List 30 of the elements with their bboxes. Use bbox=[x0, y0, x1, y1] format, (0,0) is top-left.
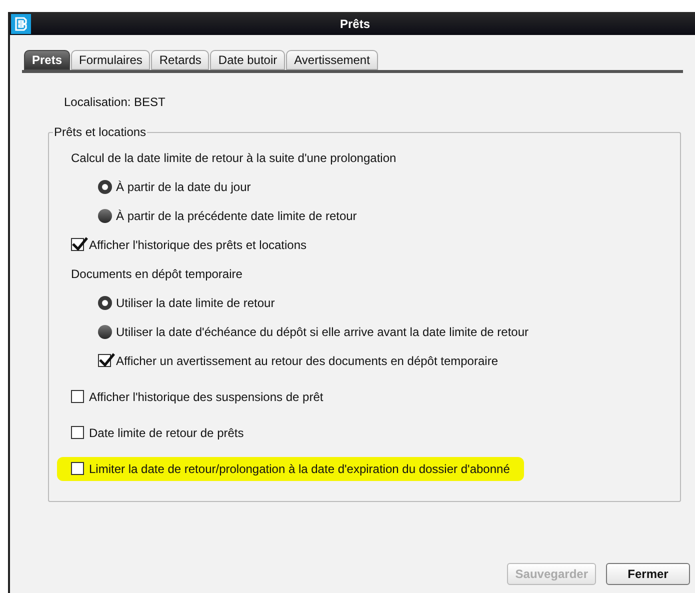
tab[interactable]: Formulaires bbox=[71, 50, 150, 70]
tab[interactable]: Date butoir bbox=[210, 50, 286, 70]
checkbox[interactable] bbox=[71, 462, 84, 475]
dialog-button[interactable]: Fermer bbox=[606, 563, 690, 585]
app-logo-icon bbox=[11, 14, 31, 34]
radio-button[interactable] bbox=[98, 208, 112, 222]
window-title: Prêts bbox=[340, 16, 370, 32]
tab[interactable]: Avertissement bbox=[286, 50, 378, 70]
check-icon bbox=[72, 237, 88, 251]
checkbox-label: Afficher l'historique des prêts et locations bbox=[89, 236, 307, 254]
check-icon bbox=[99, 353, 115, 367]
tab[interactable]: Prets bbox=[24, 50, 70, 70]
checkbox-label: Afficher l'historique des suspensions de prêt bbox=[89, 388, 324, 406]
location-label: Localisation: BEST bbox=[64, 95, 166, 109]
tab[interactable]: Retards bbox=[151, 50, 210, 70]
radio-button[interactable] bbox=[98, 324, 112, 338]
section-heading: Documents en dépôt temporaire bbox=[71, 266, 242, 282]
radio-button[interactable] bbox=[98, 180, 112, 194]
checkbox-label: Date limite de retour de prêts bbox=[89, 424, 244, 442]
checkbox[interactable] bbox=[71, 390, 84, 403]
checkbox-label: Limiter la date de retour/prolongation à la date d'expiration du dossier d'abonné bbox=[89, 460, 510, 478]
radio-button[interactable] bbox=[98, 296, 112, 310]
radio-label: À partir de la date du jour bbox=[116, 178, 251, 196]
radio-label: Utiliser la date limite de retour bbox=[116, 294, 275, 312]
group-title: Prêts et locations bbox=[53, 125, 148, 139]
radio-label: Utiliser la date d'échéance du dépôt si elle arrive avant la date limite de retour bbox=[116, 324, 529, 340]
checkbox[interactable] bbox=[71, 426, 84, 439]
checkbox-label: Afficher un avertissement au retour des documents en dépôt temporaire bbox=[116, 352, 498, 370]
section-heading: Calcul de la date limite de retour à la suite d'une prolongation bbox=[71, 150, 396, 166]
radio-label: À partir de la précédente date limite de retour bbox=[116, 208, 357, 224]
